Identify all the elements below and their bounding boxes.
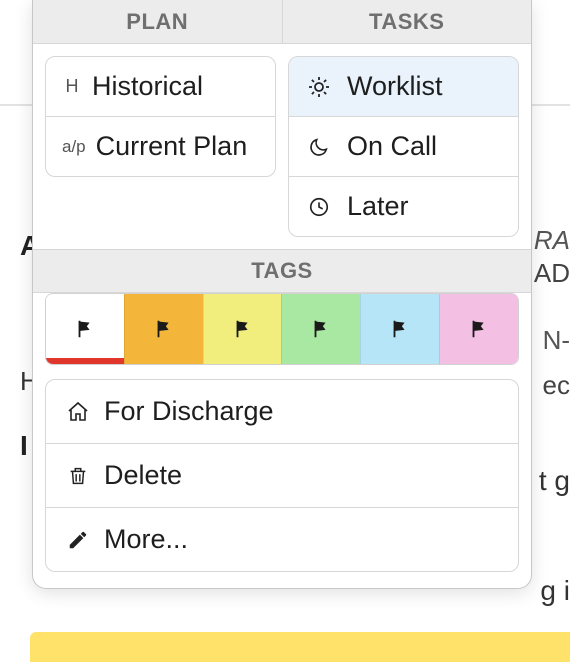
plan-item-prefix: a/p [62,137,86,157]
clock-icon [305,196,333,218]
tasks-item-label: Worklist [347,71,443,102]
flag-color-row [45,293,519,365]
tags-body: For Discharge Delete More... [33,293,531,588]
bg-text: g i [540,575,570,607]
tasks-item-on-call[interactable]: On Call [289,116,518,176]
plan-item-label: Historical [92,71,203,102]
bg-text: N- [543,325,570,356]
plan-list: H Historical a/p Current Plan [45,56,276,177]
bg-text: AD [534,258,570,289]
tasks-item-worklist[interactable]: Worklist [289,57,518,116]
tasks-column: Worklist On Call L [288,56,519,237]
bg-text: t g [539,465,570,497]
flag-color-white[interactable] [46,294,124,364]
pencil-icon [64,529,92,551]
plan-column: H Historical a/p Current Plan [45,56,276,177]
tasks-item-later[interactable]: Later [289,176,518,236]
plan-item-prefix: H [62,76,82,97]
tasks-list: Worklist On Call L [288,56,519,237]
plan-tasks-columns: H Historical a/p Current Plan [33,44,531,249]
bg-text: RA [534,225,570,256]
trash-icon [64,465,92,487]
action-label: Delete [104,460,182,491]
action-more[interactable]: More... [46,507,518,571]
action-label: For Discharge [104,396,274,427]
plan-header: PLAN [33,0,282,44]
tasks-item-label: Later [347,191,409,222]
popover-header-row: PLAN TASKS [33,0,531,44]
flag-color-green[interactable] [281,294,360,364]
flag-color-blue[interactable] [360,294,439,364]
sun-icon [305,75,333,99]
bg-text: ec [543,370,570,401]
plan-tasks-tags-popover: PLAN TASKS H Historical a/p Current Plan [32,0,532,589]
flag-color-orange[interactable] [124,294,203,364]
plan-item-current-plan[interactable]: a/p Current Plan [46,116,275,176]
plan-item-label: Current Plan [96,131,248,162]
bg-highlight-bar [30,632,570,662]
plan-item-historical[interactable]: H Historical [46,57,275,116]
flag-color-yellow[interactable] [203,294,282,364]
home-icon [64,400,92,424]
action-label: More... [104,524,188,555]
moon-icon [305,136,333,158]
tags-header: TAGS [33,249,531,293]
flag-color-pink[interactable] [439,294,518,364]
action-delete[interactable]: Delete [46,443,518,507]
tag-action-list: For Discharge Delete More... [45,379,519,572]
tasks-item-label: On Call [347,131,437,162]
tasks-header: TASKS [282,0,532,44]
action-for-discharge[interactable]: For Discharge [46,380,518,443]
bg-text: I [20,430,28,462]
